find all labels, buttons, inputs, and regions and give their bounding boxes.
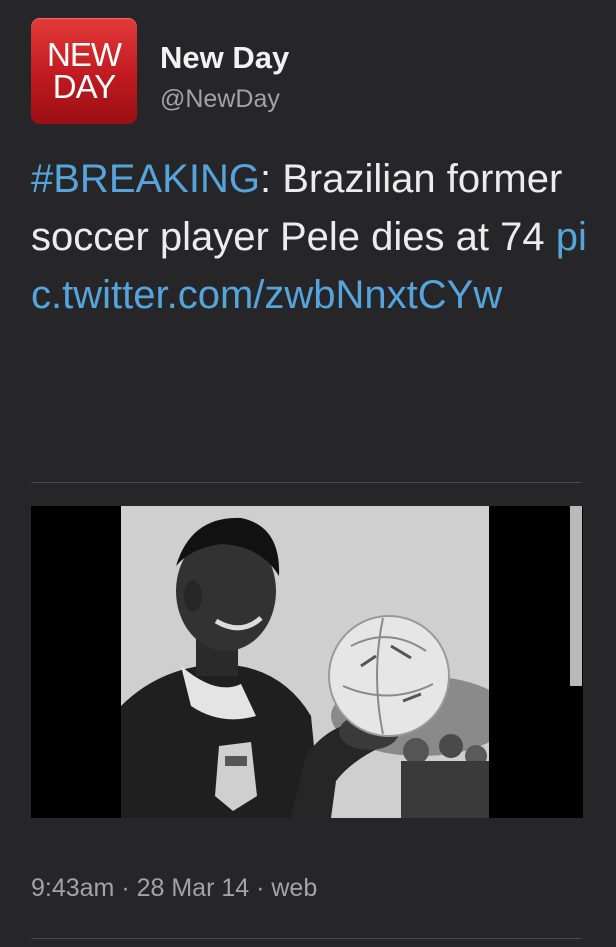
photo-content	[121, 506, 489, 818]
avatar-text-line2: DAY	[52, 68, 116, 105]
hashtag-link[interactable]: #BREAKING	[31, 157, 260, 201]
display-name[interactable]: New Day	[160, 40, 289, 76]
media-image[interactable]	[31, 506, 583, 818]
divider-bottom	[31, 938, 581, 939]
user-handle[interactable]: @NewDay	[160, 84, 280, 114]
divider-top	[31, 482, 581, 483]
tweet-text: #BREAKING: Brazilian former soccer playe…	[31, 150, 591, 324]
photo-illustration	[121, 506, 489, 818]
tweet-timestamp[interactable]: 9:43am · 28 Mar 14 · web	[31, 873, 317, 903]
tweet-card: NEW DAY New Day @NewDay #BREAKING: Brazi…	[0, 0, 616, 947]
avatar-text-line1: NEW	[47, 36, 122, 73]
avatar[interactable]: NEW DAY	[31, 18, 137, 124]
photo-credit-strip	[570, 506, 582, 686]
